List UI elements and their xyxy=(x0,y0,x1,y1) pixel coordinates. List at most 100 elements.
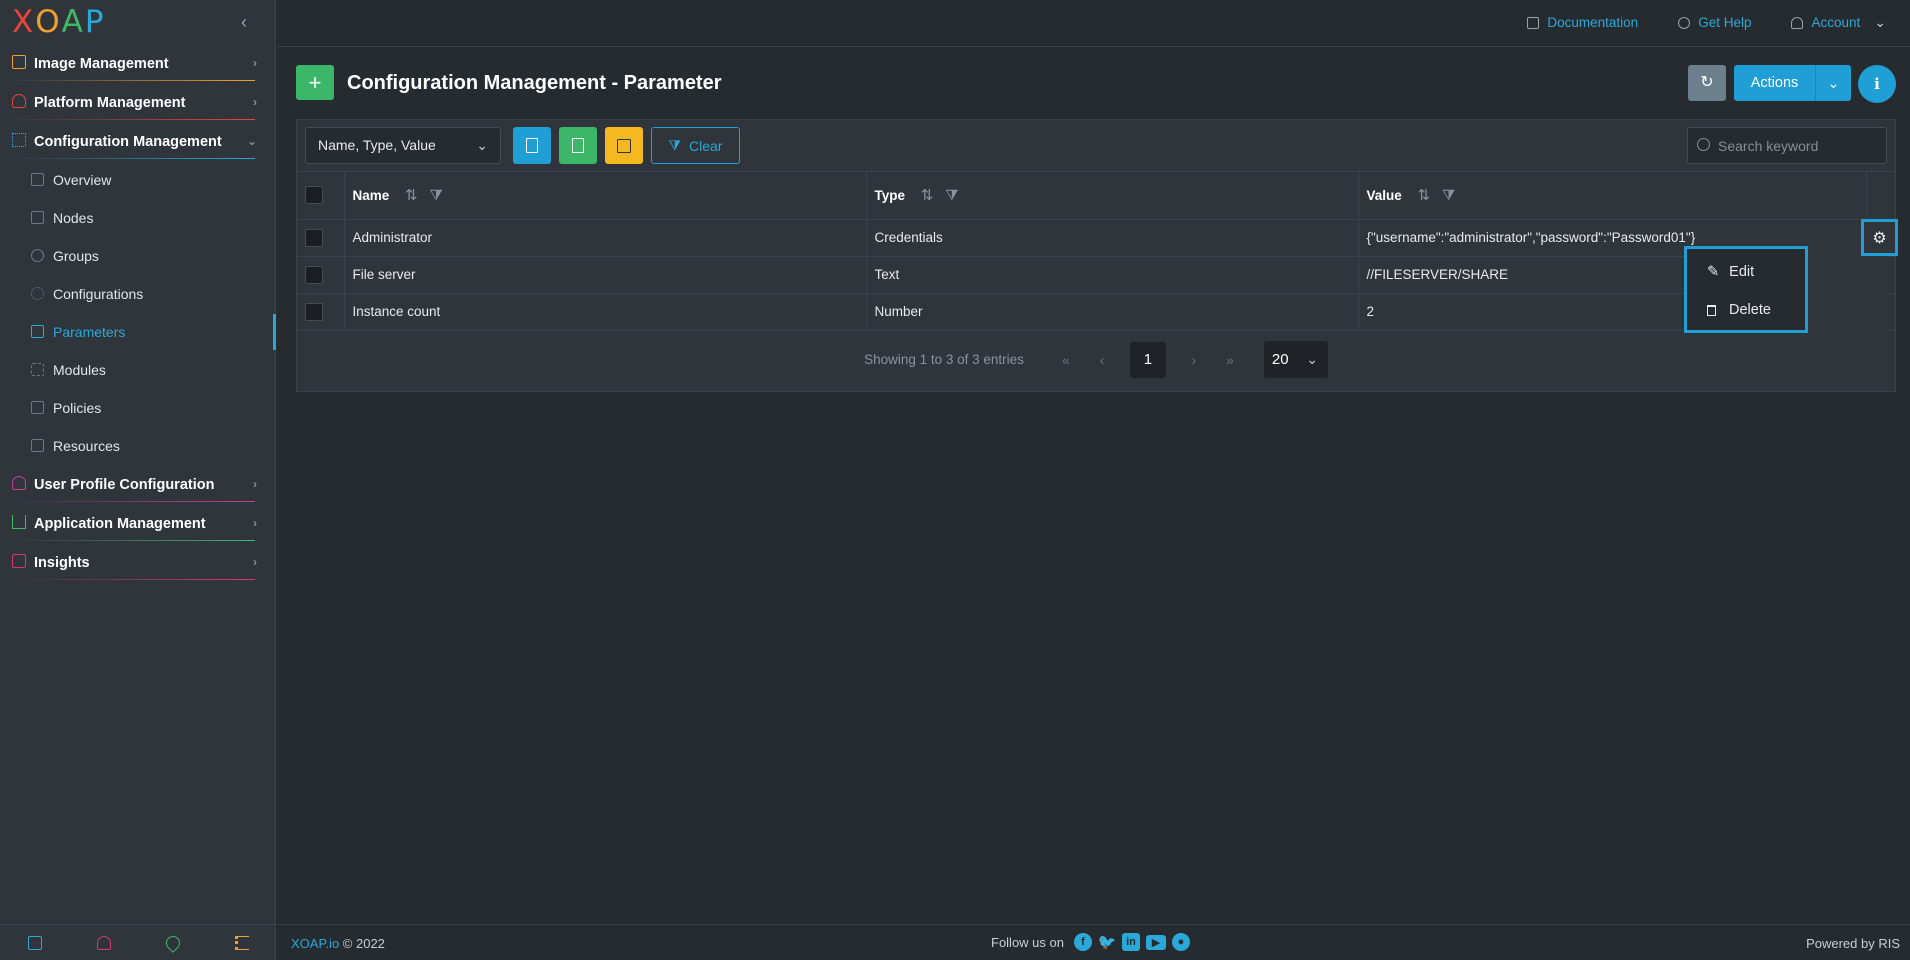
list-icon[interactable] xyxy=(234,935,249,950)
row-checkbox[interactable] xyxy=(305,265,323,284)
xoap-logo[interactable]: X O A P xyxy=(12,4,106,40)
group-underline xyxy=(10,579,255,580)
users-icon[interactable] xyxy=(96,935,111,950)
footer-brand-link[interactable]: XOAP.io xyxy=(291,936,339,951)
sidebar-group-label: Image Management xyxy=(34,55,169,72)
linkedin-icon[interactable]: in xyxy=(1121,933,1140,951)
prev-page-button[interactable]: ‹ xyxy=(1084,342,1120,378)
delete-menu-item[interactable]: Delete xyxy=(1687,291,1805,329)
page-title: Configuration Management - Parameter xyxy=(347,72,722,94)
sort-icon[interactable]: ⇅ xyxy=(405,187,418,204)
facebook-icon[interactable]: f xyxy=(1073,933,1092,951)
sidebar-item-groups[interactable]: Groups xyxy=(0,237,275,275)
info-button[interactable]: i xyxy=(1858,65,1896,103)
add-parameter-button[interactable]: + xyxy=(296,65,334,100)
export-csv-button[interactable] xyxy=(513,127,551,164)
monitor-icon xyxy=(31,211,44,224)
overview-icon xyxy=(31,173,44,186)
sidebar: X O A P ‹ Image Management › Platform Ma… xyxy=(0,0,276,960)
table-row[interactable]: File server Text //FILESERVER/SHARE xyxy=(297,256,1895,294)
sidebar-item-nodes[interactable]: Nodes xyxy=(0,199,275,237)
row-checkbox[interactable] xyxy=(305,228,323,247)
type-cell: Text xyxy=(866,256,1359,294)
row-select-cell xyxy=(297,219,345,257)
filter-icon[interactable]: ⧩ xyxy=(945,187,958,204)
select-all-checkbox[interactable] xyxy=(305,186,323,205)
sidebar-group-label: User Profile Configuration xyxy=(34,476,215,493)
collapse-sidebar-icon[interactable]: ‹ xyxy=(241,12,257,32)
sort-icon[interactable]: ⇅ xyxy=(921,187,934,204)
refresh-button[interactable]: ↻ xyxy=(1688,65,1726,101)
value-column-header: Value ⇅ ⧩ xyxy=(1358,172,1867,220)
column-select[interactable]: Name, Type, Value ⌄ xyxy=(305,127,501,164)
table-row[interactable]: Instance count Number 2 xyxy=(297,293,1895,331)
sort-icon[interactable]: ⇅ xyxy=(1418,187,1431,204)
name-column-header: Name ⇅ ⧩ xyxy=(344,172,867,220)
github-icon[interactable]: ● xyxy=(1171,933,1190,951)
export-excel-button[interactable] xyxy=(559,127,597,164)
sidebar-group-platform-management[interactable]: Platform Management › xyxy=(0,83,275,122)
pagination: Showing 1 to 3 of 3 entries « ‹ 1 › » 20… xyxy=(297,331,1895,389)
name-cell: Instance count xyxy=(344,293,867,331)
get-help-link[interactable]: Get Help xyxy=(1678,14,1751,31)
clear-filters-button[interactable]: ⧩ Clear xyxy=(651,127,740,164)
search-input[interactable] xyxy=(1718,128,1882,163)
table-row[interactable]: Administrator Credentials {"username":"a… xyxy=(297,219,1895,257)
gear-icon xyxy=(31,287,44,300)
users-icon xyxy=(31,249,44,262)
sidebar-group-label: Insights xyxy=(34,554,90,571)
sidebar-group-image-management[interactable]: Image Management › xyxy=(0,44,275,83)
entries-summary: Showing 1 to 3 of 3 entries xyxy=(864,352,1024,367)
logo-bar: X O A P ‹ xyxy=(0,0,275,44)
sidebar-item-label: Configurations xyxy=(53,286,144,302)
group-underline xyxy=(10,540,255,541)
footer-copyright: XOAP.io © 2022 xyxy=(291,936,385,951)
sidebar-group-user-profile-configuration[interactable]: User Profile Configuration › xyxy=(0,465,275,504)
last-page-button[interactable]: » xyxy=(1212,342,1248,378)
logo-letter: A xyxy=(61,4,85,40)
row-select-cell xyxy=(297,256,345,294)
modules-icon xyxy=(31,363,44,376)
sidebar-item-overview[interactable]: Overview xyxy=(0,161,275,199)
location-pin-icon[interactable] xyxy=(162,932,183,953)
sidebar-group-configuration-management[interactable]: Configuration Management ⌄ xyxy=(0,122,275,161)
account-label: Account xyxy=(1811,15,1861,30)
dashboard-icon[interactable] xyxy=(27,935,42,950)
page-number-button[interactable]: 1 xyxy=(1129,341,1166,378)
next-page-button[interactable]: › xyxy=(1176,342,1212,378)
account-menu[interactable]: Account ⌄ xyxy=(1791,14,1886,31)
sidebar-group-application-management[interactable]: Application Management › xyxy=(0,504,275,543)
select-all-button[interactable] xyxy=(605,127,643,164)
first-page-button[interactable]: « xyxy=(1048,342,1084,378)
row-actions-gear-button[interactable]: ⚙ xyxy=(1861,219,1898,256)
get-help-label: Get Help xyxy=(1698,15,1752,30)
filter-icon[interactable]: ⧩ xyxy=(1442,187,1455,204)
filter-icon[interactable]: ⧩ xyxy=(429,187,442,204)
monitor-icon xyxy=(12,554,26,568)
sidebar-item-policies[interactable]: Policies xyxy=(0,389,275,427)
sidebar-group-insights[interactable]: Insights › xyxy=(0,543,275,582)
refresh-icon: ↻ xyxy=(1700,74,1714,91)
documentation-label: Documentation xyxy=(1547,15,1639,30)
type-cell: Number xyxy=(866,293,1359,331)
sidebar-item-modules[interactable]: Modules xyxy=(0,351,275,389)
twitter-icon[interactable]: 🐦 xyxy=(1098,933,1117,951)
documentation-link[interactable]: Documentation xyxy=(1527,14,1638,31)
edit-menu-item[interactable]: ✎ Edit xyxy=(1687,253,1805,291)
sidebar-item-parameters[interactable]: Parameters xyxy=(0,313,276,351)
page-footer: XOAP.io © 2022 Follow us on f 🐦 in ▶ ● P… xyxy=(277,924,1910,960)
sidebar-item-resources[interactable]: Resources xyxy=(0,427,275,465)
column-select-value: Name, Type, Value xyxy=(318,137,436,153)
sidebar-item-configurations[interactable]: Configurations xyxy=(0,275,275,313)
sidebar-item-label: Modules xyxy=(53,362,106,378)
search-box xyxy=(1687,127,1887,164)
youtube-icon[interactable]: ▶ xyxy=(1145,934,1166,950)
actions-dropdown[interactable]: Actions ⌄ xyxy=(1734,65,1851,101)
chevron-down-icon[interactable]: ⌄ xyxy=(1815,65,1851,101)
parameters-table: Name ⇅ ⧩ Type ⇅ ⧩ Value ⇅ ⧩ Administrato… xyxy=(297,172,1895,331)
edit-label: Edit xyxy=(1729,264,1755,280)
row-checkbox[interactable] xyxy=(305,302,323,321)
rows-per-page-select[interactable]: 20 ⌄ xyxy=(1263,341,1328,378)
actions-label: Actions xyxy=(1750,75,1799,91)
clear-label: Clear xyxy=(689,137,723,154)
